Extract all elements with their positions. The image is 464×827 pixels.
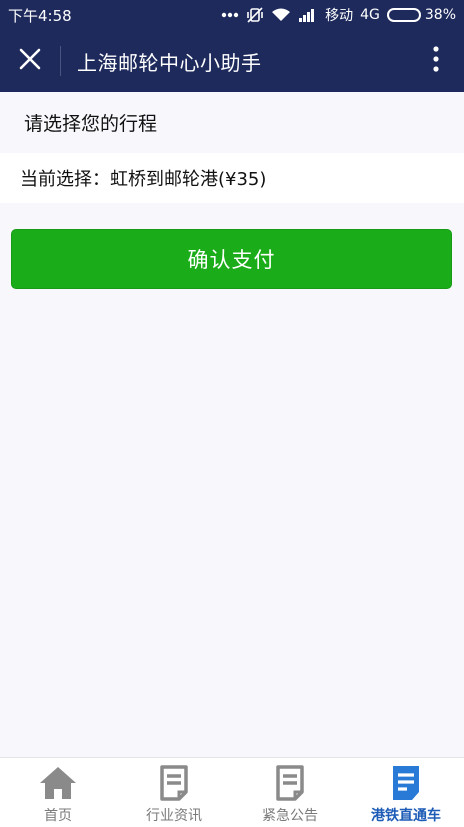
tab-industry-news[interactable]: 行业资讯 — [116, 758, 232, 827]
network-label: 4G — [360, 7, 380, 23]
tab-label: 首页 — [44, 808, 72, 824]
bottom-tab-bar: 首页 行业资讯 紧急公告 港铁直通车 — [0, 757, 464, 827]
more-vertical-icon — [433, 46, 439, 76]
carrier-label: 移动 — [325, 8, 354, 24]
wifi-icon — [271, 7, 291, 23]
section-label: 请选择您的行程 — [0, 92, 464, 153]
signal-icon — [298, 8, 318, 22]
vibrate-icon — [246, 6, 264, 24]
document-icon — [387, 764, 425, 802]
document-icon — [271, 764, 309, 802]
document-icon — [155, 764, 193, 802]
tab-label: 紧急公告 — [262, 808, 318, 824]
tab-label: 港铁直通车 — [371, 808, 441, 824]
more-dots-icon — [221, 12, 239, 18]
close-icon — [19, 48, 41, 74]
tab-emergency-notice[interactable]: 紧急公告 — [232, 758, 348, 827]
home-icon — [39, 764, 77, 802]
status-bar: 下午4:58 移动 4G 38% — [0, 0, 464, 30]
tab-port-express[interactable]: 港铁直通车 — [348, 758, 464, 827]
status-icons: 移动 4G 38% — [221, 5, 456, 25]
tab-home[interactable]: 首页 — [0, 758, 116, 827]
battery-percent: 38% — [424, 7, 456, 23]
confirm-payment-button[interactable]: 确认支付 — [11, 229, 452, 289]
battery-indicator: 38% — [386, 7, 456, 23]
current-selection: 当前选择：虹桥到邮轮港(¥35) — [0, 153, 464, 203]
title-divider — [60, 46, 61, 76]
status-time: 下午4:58 — [8, 6, 72, 25]
page-title: 上海邮轮中心小助手 — [77, 50, 262, 75]
tab-label: 行业资讯 — [146, 808, 202, 824]
more-button[interactable] — [408, 30, 464, 92]
battery-icon — [386, 8, 421, 22]
title-bar: 上海邮轮中心小助手 — [0, 30, 464, 92]
close-button[interactable] — [0, 30, 60, 92]
